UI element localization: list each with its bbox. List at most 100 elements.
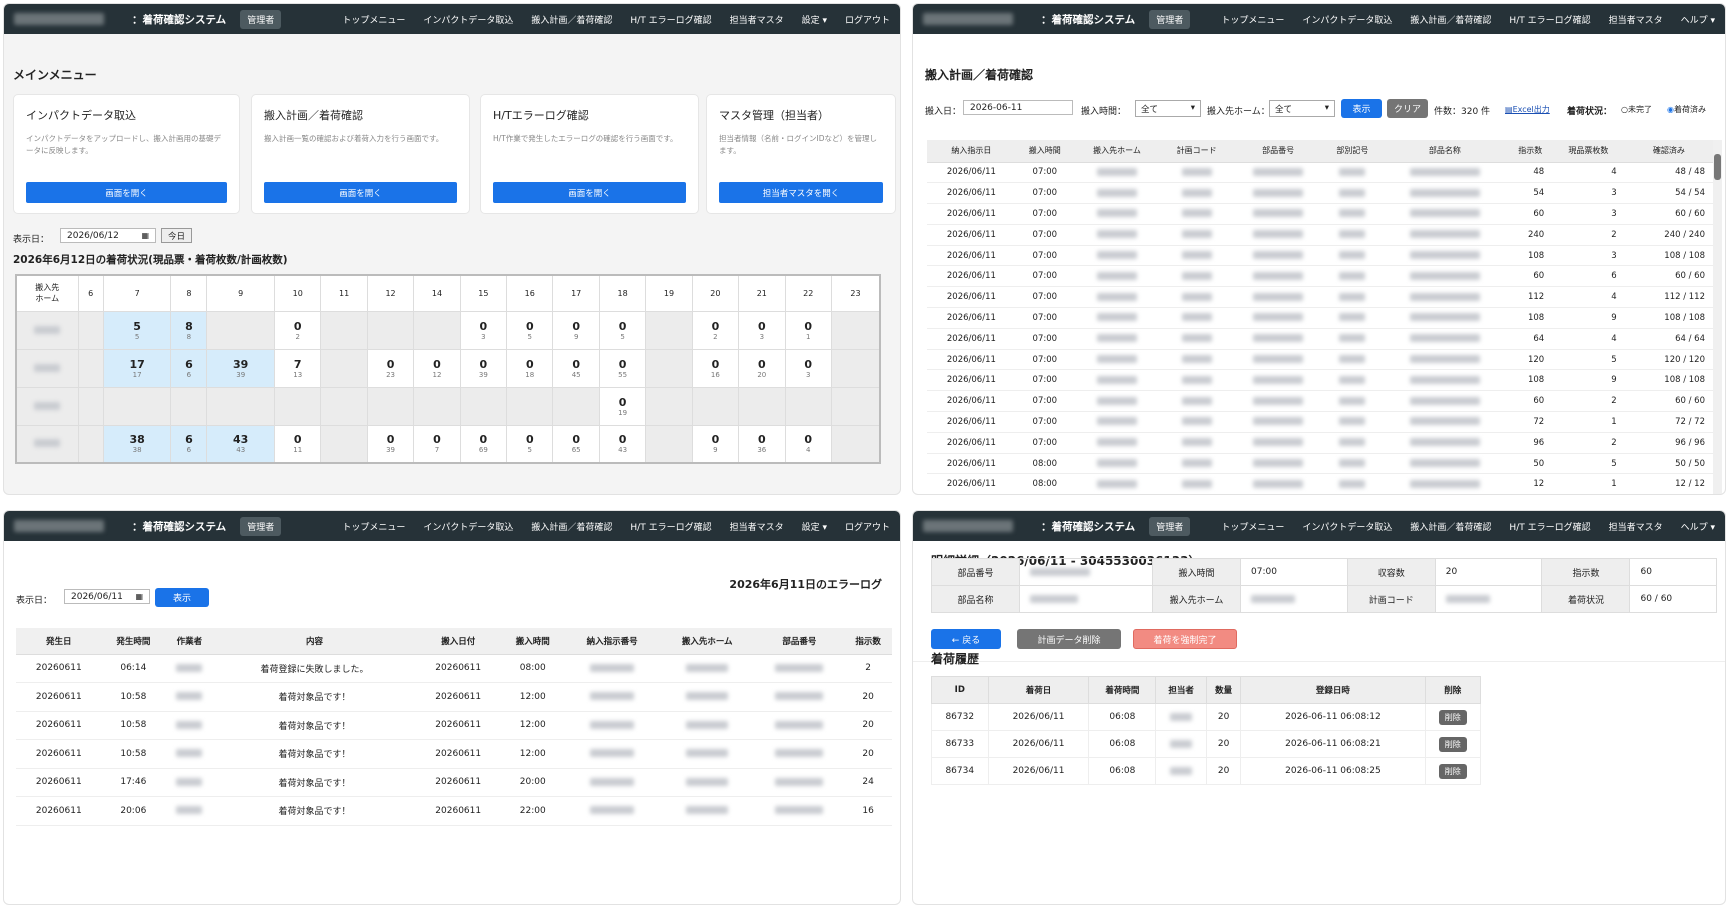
- grid-cell[interactable]: 0 69: [459, 424, 508, 464]
- grid-cell[interactable]: 05: [598, 310, 647, 350]
- nav-link-help[interactable]: ヘルプ ▾: [1681, 13, 1715, 26]
- nav-link-errorlog[interactable]: H/T エラーログ確認: [1509, 520, 1590, 533]
- grid-cell[interactable]: 02: [274, 310, 322, 350]
- nav-link-staff[interactable]: 担当者マスタ: [1609, 520, 1663, 533]
- table-row[interactable]: 2026/06/11 07:00 120 5 120 / 120: [927, 349, 1713, 371]
- grid-cell[interactable]: 0 55: [598, 348, 647, 388]
- open-import-button[interactable]: 画面を開く: [26, 182, 227, 203]
- scrollbar[interactable]: [1713, 140, 1722, 494]
- table-row[interactable]: 2026/06/11 07:00 60 6 60 / 60: [927, 265, 1713, 288]
- nav-link-import[interactable]: インパクトデータ取込: [423, 13, 513, 26]
- table-row[interactable]: 86732 2026/06/11 06:08 20 2026-06-11 06:08:1…: [931, 703, 1482, 731]
- nav-link-errorlog[interactable]: H/T エラーログ確認: [630, 13, 711, 26]
- calendar-icon[interactable]: ▦: [135, 592, 143, 601]
- grid-cell[interactable]: 66: [170, 348, 208, 388]
- date-input[interactable]: 2026-06-11: [963, 100, 1073, 115]
- nav-link-plan[interactable]: 搬入計画／着荷確認: [1410, 13, 1491, 26]
- nav-link-logout[interactable]: ログアウト: [845, 13, 890, 26]
- table-row[interactable]: 2026/06/11 07:00 112 4 112 / 112: [927, 286, 1713, 309]
- nav-link-errorlog[interactable]: H/T エラーログ確認: [630, 520, 711, 533]
- force-complete-button[interactable]: 着荷を強制完了: [1133, 629, 1237, 649]
- grid-cell[interactable]: 17 17: [102, 348, 172, 388]
- grid-cell[interactable]: 43 43: [206, 424, 276, 464]
- grid-cell[interactable]: 0 65: [552, 424, 600, 464]
- today-button[interactable]: 今日: [161, 228, 192, 243]
- grid-cell[interactable]: 0 39: [459, 348, 508, 388]
- nav-link-import[interactable]: インパクトデータ取込: [423, 520, 513, 533]
- grid-cell[interactable]: 0 43: [598, 424, 647, 464]
- grid-cell[interactable]: 09: [552, 310, 600, 350]
- show-button[interactable]: 表示: [155, 588, 209, 607]
- table-row[interactable]: 20260611 06:14 着荷登録に失敗しました。 20260611 08:00 2: [16, 654, 892, 683]
- nav-link-errorlog[interactable]: H/T エラーログ確認: [1509, 13, 1590, 26]
- nav-link-settings[interactable]: 設定 ▾: [802, 13, 827, 26]
- table-row[interactable]: 2026/06/11 07:00 108 3 108 / 108: [927, 245, 1713, 267]
- grid-cell[interactable]: 02: [691, 310, 740, 350]
- grid-cell[interactable]: 38 38: [102, 424, 172, 464]
- grid-cell[interactable]: 0 36: [738, 424, 786, 464]
- delete-button[interactable]: 削除: [1438, 736, 1467, 752]
- grid-cell[interactable]: 0 11: [274, 424, 322, 464]
- grid-cell[interactable]: 07: [413, 424, 461, 464]
- table-row[interactable]: 2026/06/11 07:00 240 2 240 / 240: [927, 224, 1713, 246]
- table-row[interactable]: 2026/06/11 07:00 72 1 72 / 72: [927, 411, 1713, 433]
- table-row[interactable]: 2026/06/11 07:00 60 3 60 / 60: [927, 203, 1713, 225]
- grid-cell[interactable]: 0 39: [366, 424, 415, 464]
- grid-cell[interactable]: 04: [784, 424, 832, 464]
- grid-cell[interactable]: 0 12: [413, 348, 461, 388]
- clear-button[interactable]: クリア: [1387, 99, 1428, 118]
- grid-cell[interactable]: 03: [738, 310, 786, 350]
- grid-cell[interactable]: 05: [506, 424, 554, 464]
- radio-complete[interactable]: ◉着荷済み: [1667, 104, 1706, 115]
- date-input[interactable]: 2026/06/11 ▦: [64, 589, 150, 604]
- grid-cell[interactable]: 05: [506, 310, 554, 350]
- radio-incomplete[interactable]: ○未完了: [1621, 104, 1652, 115]
- table-row[interactable]: 2026/06/11 07:00 108 9 108 / 108: [927, 369, 1713, 392]
- table-row[interactable]: 2026/06/11 08:00 50 5 50 / 50: [927, 453, 1713, 475]
- delete-button[interactable]: 削除: [1438, 763, 1467, 779]
- table-row[interactable]: 20260611 10:58 着荷対象品です！ 20260611 12:00 20: [16, 711, 892, 740]
- grid-cell[interactable]: 09: [691, 424, 740, 464]
- scroll-thumb[interactable]: [1714, 154, 1721, 180]
- nav-link-top[interactable]: トップメニュー: [1221, 520, 1284, 533]
- table-row[interactable]: 2026/06/11 07:00 96 2 96 / 96: [927, 432, 1713, 454]
- grid-cell[interactable]: 01: [784, 310, 832, 350]
- grid-cell[interactable]: 0 20: [738, 348, 786, 388]
- back-button[interactable]: ← 戻る: [931, 629, 1001, 649]
- nav-link-top[interactable]: トップメニュー: [342, 520, 405, 533]
- nav-link-plan[interactable]: 搬入計画／着荷確認: [531, 520, 612, 533]
- table-row[interactable]: 2026/06/11 08:00 12 1 12 / 12: [927, 473, 1713, 494]
- nav-link-staff[interactable]: 担当者マスタ: [1609, 13, 1663, 26]
- open-staff-button[interactable]: 担当者マスタを開く: [719, 182, 883, 203]
- nav-link-import[interactable]: インパクトデータ取込: [1302, 520, 1392, 533]
- nav-link-plan[interactable]: 搬入計画／着荷確認: [531, 13, 612, 26]
- nav-link-top[interactable]: トップメニュー: [1221, 13, 1284, 26]
- table-row[interactable]: 20260611 10:58 着荷対象品です！ 20260611 12:00 20: [16, 682, 892, 712]
- grid-cell[interactable]: 0 18: [506, 348, 554, 388]
- nav-link-logout[interactable]: ログアウト: [845, 520, 890, 533]
- nav-link-staff[interactable]: 担当者マスタ: [730, 13, 784, 26]
- delete-button[interactable]: 削除: [1438, 709, 1467, 725]
- calendar-icon[interactable]: ▦: [141, 231, 149, 240]
- open-errorlog-button[interactable]: 画面を開く: [493, 182, 686, 203]
- grid-cell[interactable]: 7 13: [274, 348, 322, 388]
- grid-cell[interactable]: 55: [102, 310, 172, 350]
- table-row[interactable]: 2026/06/11 07:00 48 4 48 / 48: [927, 162, 1713, 184]
- grid-cell[interactable]: 0 16: [691, 348, 740, 388]
- show-button[interactable]: 表示: [1341, 99, 1382, 118]
- grid-cell[interactable]: 88: [170, 310, 208, 350]
- grid-cell[interactable]: 0 45: [552, 348, 600, 388]
- excel-export-link[interactable]: ▤Excel出力: [1505, 104, 1550, 115]
- table-row[interactable]: 86733 2026/06/11 06:08 20 2026-06-11 06:08:2…: [931, 730, 1482, 758]
- table-row[interactable]: 2026/06/11 07:00 108 9 108 / 108: [927, 307, 1713, 329]
- table-row[interactable]: 2026/06/11 07:00 60 2 60 / 60: [927, 390, 1713, 413]
- nav-link-settings[interactable]: 設定 ▾: [802, 520, 827, 533]
- home-select[interactable]: 全て ▾: [1269, 100, 1335, 117]
- nav-link-staff[interactable]: 担当者マスタ: [730, 520, 784, 533]
- nav-link-plan[interactable]: 搬入計画／着荷確認: [1410, 520, 1491, 533]
- open-plan-button[interactable]: 画面を開く: [264, 182, 457, 203]
- table-row[interactable]: 2026/06/11 07:00 54 3 54 / 54: [927, 182, 1713, 205]
- table-row[interactable]: 20260611 20:06 着荷対象品です！ 20260611 22:00 16: [16, 796, 892, 826]
- table-row[interactable]: 86734 2026/06/11 06:08 20 2026-06-11 06:08:2…: [931, 757, 1482, 785]
- nav-link-top[interactable]: トップメニュー: [342, 13, 405, 26]
